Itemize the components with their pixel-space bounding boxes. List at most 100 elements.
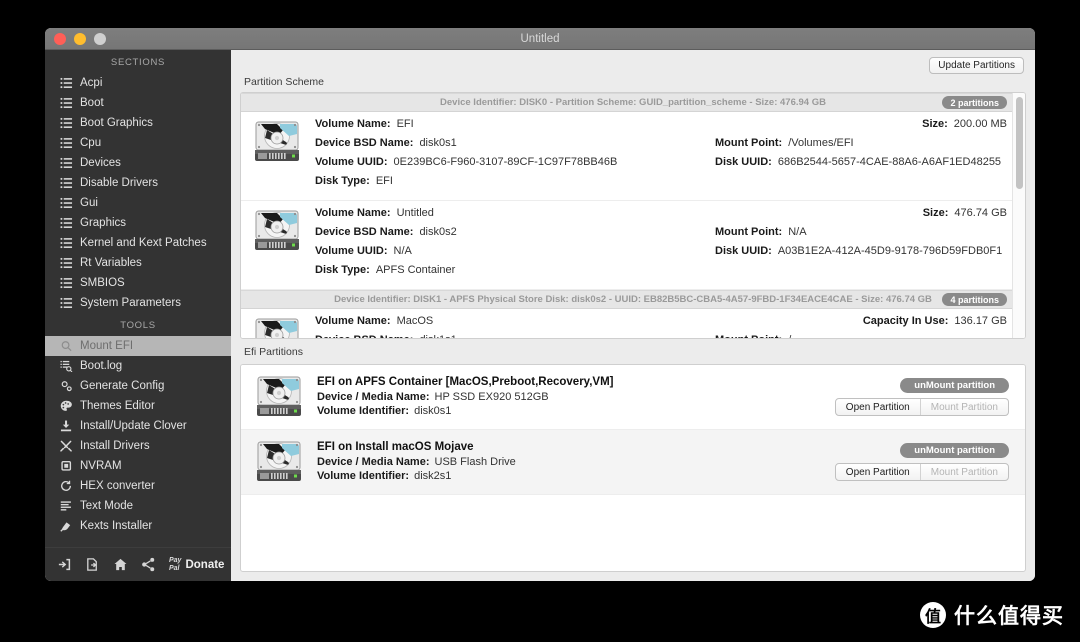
efi-partitions-label: Efi Partitions [244, 346, 303, 358]
sidebar-item-boot-log[interactable]: Boot.log [45, 356, 231, 376]
field-line: Mount Point: /Volumes/EFI [715, 137, 1011, 156]
unmount-partition-button[interactable]: unMount partition [900, 443, 1009, 458]
sidebar-item-smbios[interactable]: SMBIOS [45, 273, 231, 293]
list-icon [60, 197, 73, 209]
list-icon [60, 217, 73, 229]
sidebar-item-boot[interactable]: Boot [45, 93, 231, 113]
size-value: 476.74 GB [954, 207, 1007, 219]
volume-identifier-value: disk0s1 [414, 404, 452, 417]
sidebar: SECTIONS Acpi Boot Boot Graphics Cpu Devices… [45, 50, 231, 581]
sidebar-item-install-update-clover[interactable]: Install/Update Clover [45, 416, 231, 436]
watermark: 值 什么值得买 [920, 600, 1064, 630]
partition-left-column: Volume Name: Untitled Device BSD Name: disk… [315, 207, 715, 283]
open-partition-button[interactable]: Open Partition [836, 399, 920, 415]
efi-partition-info: EFI on APFS Container [MacOS,Preboot,Rec… [317, 376, 835, 419]
home-icon[interactable] [113, 557, 128, 572]
field-key: Volume UUID: [315, 245, 388, 257]
open-partition-button[interactable]: Open Partition [836, 464, 920, 480]
sidebar-item-disable-drivers[interactable]: Disable Drivers [45, 173, 231, 193]
sidebar-item-hex-converter[interactable]: HEX converter [45, 476, 231, 496]
sidebar-item-gui[interactable]: Gui [45, 193, 231, 213]
title-bar[interactable]: Untitled [45, 28, 1035, 50]
efi-partition-actions: unMount partition Open Partition Mount Par… [834, 443, 1009, 481]
sidebar-item-boot-graphics[interactable]: Boot Graphics [45, 113, 231, 133]
field-value: APFS Container [375, 264, 456, 276]
field-key: Mount Point: [715, 137, 783, 149]
unmount-partition-button[interactable]: unMount partition [900, 378, 1009, 393]
partition-row[interactable]: Volume Name: EFI Device BSD Name: disk0s1 Vo… [241, 112, 1025, 201]
device-header-text: Device Identifier: DISK1 - APFS Physical… [334, 294, 932, 305]
sidebar-item-nvram[interactable]: NVRAM [45, 456, 231, 476]
window-title: Untitled [520, 32, 560, 45]
field-line: Disk UUID: 686B2544-5657-4CAE-88A6-A6AF1E… [715, 156, 1011, 175]
list-icon [60, 97, 73, 109]
sidebar-item-kernel-and-kext-patches[interactable]: Kernel and Kext Patches [45, 233, 231, 253]
efi-partition-row[interactable]: EFI on APFS Container [MacOS,Preboot,Rec… [241, 365, 1025, 430]
size-value: 136.17 GB [954, 315, 1007, 327]
sidebar-item-label: NVRAM [80, 460, 122, 472]
sidebar-item-label: Install/Update Clover [80, 420, 187, 432]
efi-partitions-list: EFI on APFS Container [MacOS,Preboot,Rec… [241, 365, 1025, 495]
field-line: Device BSD Name: disk0s2 [315, 226, 715, 245]
partition-scheme-label: Partition Scheme [244, 76, 324, 88]
sidebar-item-generate-config[interactable]: Generate Config [45, 376, 231, 396]
sidebar-item-themes-editor[interactable]: Themes Editor [45, 396, 231, 416]
sidebar-item-label: Rt Variables [80, 257, 142, 269]
window-body: SECTIONS Acpi Boot Boot Graphics Cpu Devices… [45, 50, 1035, 581]
scrollbar-thumb[interactable] [1016, 97, 1023, 189]
sidebar-item-install-drivers[interactable]: Install Drivers [45, 436, 231, 456]
refresh-icon [60, 480, 73, 492]
list-icon [60, 77, 73, 89]
tools-icon [60, 440, 73, 452]
sidebar-item-system-parameters[interactable]: System Parameters [45, 293, 231, 313]
sidebar-item-mount-efi[interactable]: Mount EFI [45, 336, 231, 356]
sidebar-item-kexts-installer[interactable]: Kexts Installer [45, 516, 231, 536]
field-line: Volume Name: EFI [315, 118, 715, 137]
media-name-key: Device / Media Name: [317, 390, 430, 403]
export-icon[interactable] [85, 557, 100, 572]
sidebar-item-label: HEX converter [80, 480, 155, 492]
mount-partition-button: Mount Partition [919, 399, 1008, 415]
paypal-line1: Pay [169, 557, 182, 564]
partition-fields: Volume Name: EFI Device BSD Name: disk0s1 Vo… [315, 118, 1011, 194]
partition-row[interactable]: Volume Name: MacOS Device BSD Name: disk1s1… [241, 309, 1025, 338]
field-value: N/A [393, 245, 412, 257]
efi-partition-title: EFI on Install macOS Mojave [317, 440, 474, 453]
partition-scheme-scrollbar[interactable] [1012, 93, 1025, 338]
sidebar-item-devices[interactable]: Devices [45, 153, 231, 173]
hard-disk-icon [255, 375, 317, 419]
field-line: Disk Type: APFS Container [315, 264, 715, 283]
field-value: / [788, 334, 791, 338]
chip-icon [60, 460, 73, 472]
sidebar-item-graphics[interactable]: Graphics [45, 213, 231, 233]
field-key: Disk Type: [315, 264, 370, 276]
size-key: Size: [922, 207, 949, 219]
size-line: Capacity In Use: 136.17 GB [715, 315, 1011, 334]
sidebar-item-label: Gui [80, 197, 98, 209]
update-partitions-button[interactable]: Update Partitions [929, 56, 1024, 74]
list-icon [60, 277, 73, 289]
volume-identifier-key: Volume Identifier: [317, 469, 410, 482]
sidebar-item-label: System Parameters [80, 297, 181, 309]
import-icon[interactable] [57, 557, 72, 572]
hard-disk-icon [253, 315, 315, 338]
sidebar-item-acpi[interactable]: Acpi [45, 73, 231, 93]
sidebar-item-rt-variables[interactable]: Rt Variables [45, 253, 231, 273]
field-key: Volume UUID: [315, 156, 388, 168]
sidebar-item-text-mode[interactable]: Text Mode [45, 496, 231, 516]
sidebar-item-label: Kexts Installer [80, 520, 153, 532]
donate-button[interactable]: Pay Pal Donate [169, 557, 224, 572]
share-icon[interactable] [141, 557, 156, 572]
palette-icon [60, 400, 73, 412]
partition-count-badge: 2 partitions [942, 96, 1007, 109]
list-icon [60, 297, 73, 309]
efi-partition-title: EFI on APFS Container [MacOS,Preboot,Rec… [317, 375, 614, 388]
download-icon [60, 420, 73, 432]
watermark-text: 什么值得买 [954, 604, 1064, 628]
field-key: Mount Point: [715, 334, 782, 338]
sidebar-item-cpu[interactable]: Cpu [45, 133, 231, 153]
efi-partition-row[interactable]: EFI on Install macOS Mojave Device / Medi… [241, 430, 1025, 495]
partition-row[interactable]: Volume Name: Untitled Device BSD Name: disk… [241, 201, 1025, 290]
volume-identifier-value: disk2s1 [414, 469, 452, 482]
